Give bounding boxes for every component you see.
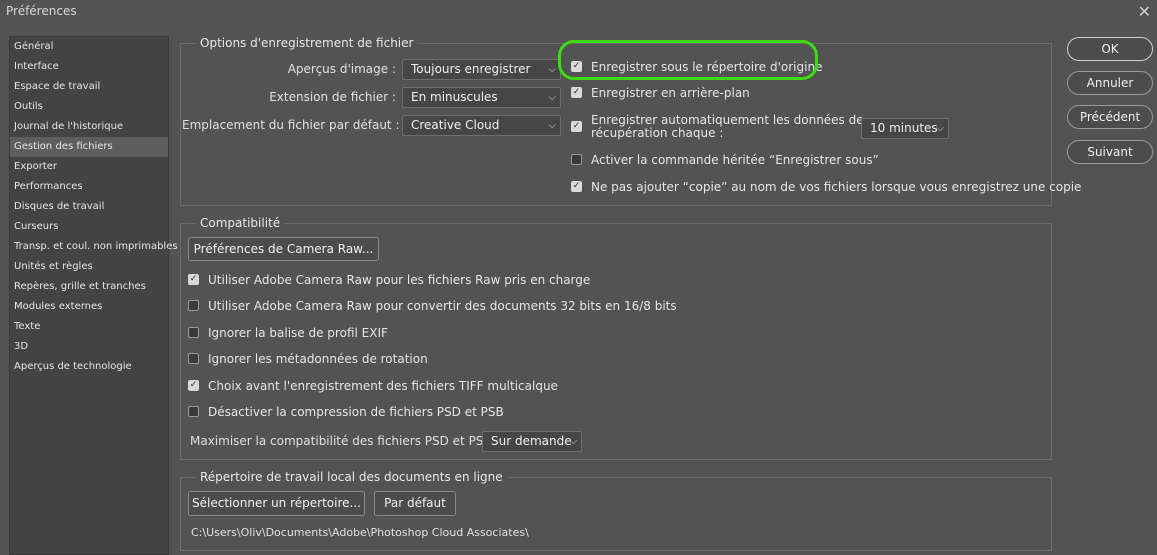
chevron-down-icon: ⌵ [569, 436, 577, 447]
autosave-checkbox[interactable]: ✓ Enregistrer automatiquement les donnée… [571, 113, 864, 143]
sidebar-item-export[interactable]: Exporter [10, 157, 168, 177]
sidebar-item-interface[interactable]: Interface [10, 57, 168, 77]
maximize-compatibility-label: Maximiser la compatibilité des fichiers … [190, 434, 500, 448]
default-directory-button[interactable]: Par défaut [374, 491, 456, 516]
chevron-down-icon: ⌵ [548, 120, 556, 131]
save-original-dir-label: Enregistrer sous le répertoire d'origine [591, 60, 823, 74]
acr-raw-files-checkbox[interactable]: ✓ Utiliser Adobe Camera Raw pour les fic… [188, 273, 590, 289]
sidebar-item-guides-grid[interactable]: Repères, grille et tranches [10, 277, 168, 297]
default-location-label: Emplacement du fichier par défaut : [182, 118, 400, 132]
checkbox-checked-icon: ✓ [188, 380, 199, 391]
checkbox-checked-icon: ✓ [571, 61, 582, 72]
legacy-save-as-checkbox[interactable]: Activer la commande héritée “Enregistrer… [571, 153, 879, 169]
checkbox-unchecked-icon [188, 353, 199, 364]
save-background-checkbox[interactable]: ✓ Enregistrer en arrière-plan [571, 86, 771, 102]
checkbox-checked-icon: ✓ [571, 87, 582, 98]
file-extension-value: En minuscules [411, 90, 498, 104]
acr-32bit-label: Utiliser Adobe Camera Raw pour convertir… [208, 299, 677, 313]
sidebar-item-file-handling[interactable]: Gestion des fichiers [10, 137, 168, 157]
compatibility-title: Compatibilité [196, 216, 285, 230]
previous-button[interactable]: Précédent [1067, 105, 1153, 129]
sidebar-item-cursors[interactable]: Curseurs [10, 217, 168, 237]
checkbox-checked-icon: ✓ [571, 181, 582, 192]
title-bar: Préférences ✕ [0, 0, 1157, 26]
maximize-compatibility-value: Sur demande [491, 434, 572, 448]
checkbox-checked-icon: ✓ [571, 121, 582, 132]
default-location-value: Creative Cloud [411, 118, 500, 132]
cancel-button[interactable]: Annuler [1067, 71, 1153, 95]
sidebar-item-performance[interactable]: Performances [10, 177, 168, 197]
chevron-down-icon: ⌵ [548, 64, 556, 75]
sidebar-item-type[interactable]: Texte [10, 317, 168, 337]
legacy-save-as-label: Activer la commande héritée “Enregistrer… [591, 153, 879, 167]
save-options-title: Options d'enregistrement de fichier [196, 36, 418, 50]
image-previews-select[interactable]: Toujours enregistrer ⌵ [402, 59, 561, 80]
psd-compression-checkbox[interactable]: Désactiver la compression de fichiers PS… [188, 405, 504, 421]
sidebar-item-technology-previews[interactable]: Aperçus de technologie [10, 357, 168, 377]
psd-compression-label: Désactiver la compression de fichiers PS… [208, 405, 504, 419]
image-previews-value: Toujours enregistrer [411, 62, 531, 76]
checkbox-checked-icon: ✓ [188, 274, 199, 285]
chevron-down-icon: ⌵ [936, 123, 944, 134]
select-directory-button[interactable]: Sélectionner un répertoire... [188, 491, 365, 516]
ignore-exif-checkbox[interactable]: Ignorer la balise de profil EXIF [188, 326, 388, 342]
acr-32bit-checkbox[interactable]: Utiliser Adobe Camera Raw pour convertir… [188, 299, 677, 315]
image-previews-label: Aperçus d'image : [287, 62, 396, 76]
ignore-exif-label: Ignorer la balise de profil EXIF [208, 326, 388, 340]
checkbox-unchecked-icon [188, 300, 199, 311]
cloud-dir-title: Répertoire de travail local des document… [196, 470, 507, 484]
sidebar-item-3d[interactable]: 3D [10, 337, 168, 357]
checkbox-unchecked-icon [188, 406, 199, 417]
autosave-interval-value: 10 minutes [870, 121, 938, 135]
no-copy-suffix-checkbox[interactable]: ✓ Ne pas ajouter “copie” au nom de vos f… [571, 180, 1081, 196]
window-title: Préférences [6, 4, 77, 18]
checkbox-unchecked-icon [188, 327, 199, 338]
camera-raw-preferences-button[interactable]: Préférences de Camera Raw... [188, 237, 379, 261]
autosave-label-line2: récupération chaque : [591, 126, 724, 140]
sidebar-item-units-rulers[interactable]: Unités et règles [10, 257, 168, 277]
checkbox-unchecked-icon [571, 154, 582, 165]
close-icon[interactable]: ✕ [1138, 2, 1151, 21]
no-copy-suffix-label: Ne pas ajouter “copie” au nom de vos fic… [591, 180, 1082, 194]
file-extension-label: Extension de fichier : [269, 90, 396, 104]
ignore-rotation-label: Ignorer les métadonnées de rotation [208, 352, 428, 366]
chevron-down-icon: ⌵ [548, 92, 556, 103]
directory-path: C:\Users\Oliv\Documents\Adobe\Photoshop … [191, 526, 529, 539]
maximize-compatibility-select[interactable]: Sur demande ⌵ [482, 431, 582, 452]
save-original-dir-checkbox[interactable]: ✓ Enregistrer sous le répertoire d'origi… [571, 60, 822, 76]
file-extension-select[interactable]: En minuscules ⌵ [402, 87, 561, 108]
sidebar-item-general[interactable]: Général [10, 37, 168, 57]
autosave-interval-select[interactable]: 10 minutes ⌵ [861, 118, 949, 139]
sidebar-item-tools[interactable]: Outils [10, 97, 168, 117]
sidebar-item-plugins[interactable]: Modules externes [10, 297, 168, 317]
ok-button[interactable]: OK [1067, 37, 1153, 61]
next-button[interactable]: Suivant [1067, 140, 1153, 164]
sidebar-item-workspace[interactable]: Espace de travail [10, 77, 168, 97]
acr-raw-files-label: Utiliser Adobe Camera Raw pour les fichi… [208, 273, 591, 287]
sidebar-item-scratch-disks[interactable]: Disques de travail [10, 197, 168, 217]
default-location-select[interactable]: Creative Cloud ⌵ [402, 115, 561, 136]
sidebar-item-transparency-gamut[interactable]: Transp. et coul. non imprimables [10, 237, 178, 257]
tiff-layers-label: Choix avant l'enregistrement des fichier… [208, 379, 558, 393]
save-background-label: Enregistrer en arrière-plan [591, 86, 750, 100]
ignore-rotation-checkbox[interactable]: Ignorer les métadonnées de rotation [188, 352, 428, 368]
sidebar: Général Interface Espace de travail Outi… [9, 36, 178, 555]
tiff-layers-checkbox[interactable]: ✓ Choix avant l'enregistrement des fichi… [188, 379, 558, 395]
sidebar-item-history-log[interactable]: Journal de l'historique [10, 117, 168, 137]
